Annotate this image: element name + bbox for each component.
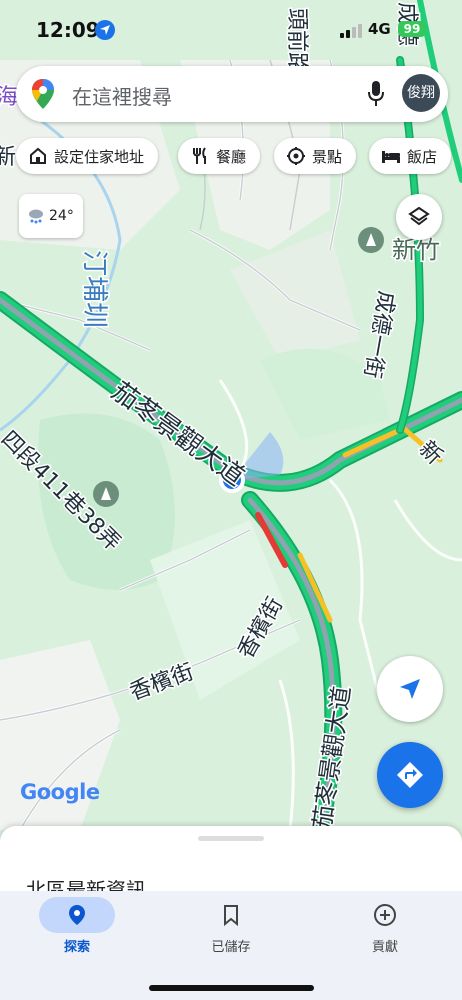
weather-badge[interactable]: 24° [19, 194, 83, 238]
directions-icon [397, 762, 423, 788]
google-logo-text: Google [20, 780, 100, 804]
search-bar[interactable]: 在這裡搜尋 俊翔 [16, 66, 448, 122]
home-indicator [149, 985, 314, 991]
place-label-xinzhu: 新竹 [392, 236, 440, 264]
directions-button[interactable] [377, 742, 443, 808]
chip-home[interactable]: 設定住家地址 [16, 138, 159, 174]
home-icon [30, 147, 46, 164]
weather-temperature: 24° [49, 208, 74, 224]
location-arrow-icon [95, 20, 115, 40]
navigation-arrow-icon [400, 679, 420, 699]
status-time: 12:09 [36, 18, 100, 42]
park-marker-icon[interactable] [358, 227, 384, 253]
layers-button[interactable] [396, 194, 442, 240]
nav-label-explore: 探索 [63, 940, 90, 955]
chip-label: 設定住家地址 [54, 147, 145, 166]
layers-icon [408, 206, 430, 226]
nav-contribute[interactable]: 貢獻 [308, 891, 462, 971]
bottom-navigation: 探索 已儲存 貢獻 [0, 891, 462, 1000]
status-bar: 12:09 4G 99 [0, 0, 462, 60]
chip-restaurant[interactable]: 餐廳 [178, 138, 261, 174]
battery-indicator: 99 [398, 21, 426, 37]
rain-cloud-icon [29, 209, 43, 224]
maps-logo-icon [32, 79, 54, 109]
chip-attractions[interactable]: 景點 [274, 138, 357, 174]
recenter-button[interactable] [377, 656, 443, 722]
chip-label: 景點 [312, 147, 343, 166]
add-circle-icon [374, 904, 396, 926]
park-marker-icon[interactable] [93, 481, 119, 507]
bookmark-icon [224, 905, 238, 927]
microphone-icon[interactable] [366, 80, 386, 108]
signal-icon [340, 24, 364, 38]
place-label-left-2: 新 [0, 145, 16, 170]
avatar[interactable]: 俊翔 [402, 74, 440, 112]
nav-explore[interactable]: 探索 [0, 891, 154, 971]
network-type: 4G [368, 20, 391, 38]
hotel-icon [382, 151, 400, 163]
restaurant-icon [193, 147, 206, 164]
google-logo: Google [20, 780, 100, 804]
nav-saved[interactable]: 已儲存 [154, 891, 308, 971]
explore-pin-icon [69, 905, 85, 925]
search-input[interactable]: 在這裡搜尋 [72, 81, 172, 110]
canal-label: 汀埔圳 [79, 250, 109, 328]
chip-label: 飯店 [407, 147, 438, 166]
nav-label-contribute: 貢獻 [371, 940, 398, 955]
nav-label-saved: 已儲存 [211, 940, 251, 955]
chip-label: 餐廳 [216, 147, 247, 166]
attraction-icon [287, 147, 305, 165]
chip-hotels[interactable]: 飯店 [369, 138, 452, 174]
sheet-drag-handle[interactable] [198, 836, 264, 841]
